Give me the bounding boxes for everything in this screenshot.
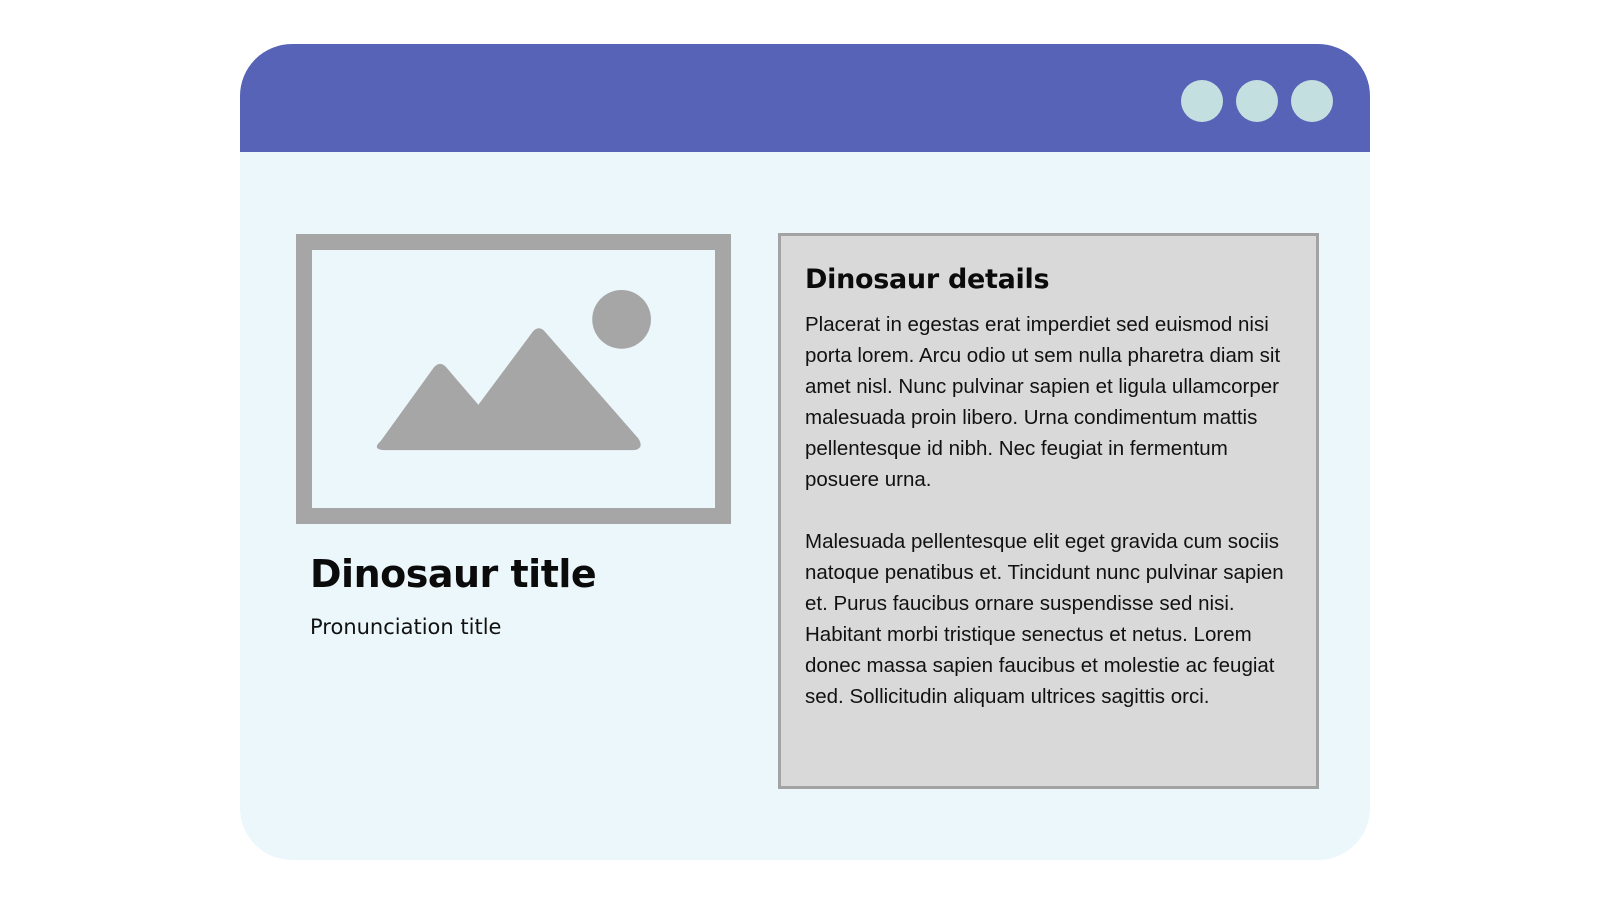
window-control-3[interactable] <box>1291 80 1333 122</box>
window-control-1[interactable] <box>1181 80 1223 122</box>
pronunciation-title: Pronunciation title <box>310 615 502 639</box>
details-heading: Dinosaur details <box>805 264 1050 295</box>
details-paragraph-2: Malesuada pellentesque elit eget gravida… <box>805 530 1284 708</box>
sun-shape <box>592 290 651 349</box>
image-placeholder-icon <box>376 290 651 451</box>
browser-window: Dinosaur title Pronunciation title Dinos… <box>240 44 1370 860</box>
mountains-shape <box>376 328 641 451</box>
dinosaur-image <box>296 234 731 524</box>
window-titlebar <box>240 44 1370 152</box>
window-control-2[interactable] <box>1236 80 1278 122</box>
dinosaur-title: Dinosaur title <box>310 552 597 596</box>
details-panel: Dinosaur details Placerat in egestas era… <box>778 233 1319 789</box>
details-paragraph-1: Placerat in egestas erat imperdiet sed e… <box>805 313 1281 491</box>
